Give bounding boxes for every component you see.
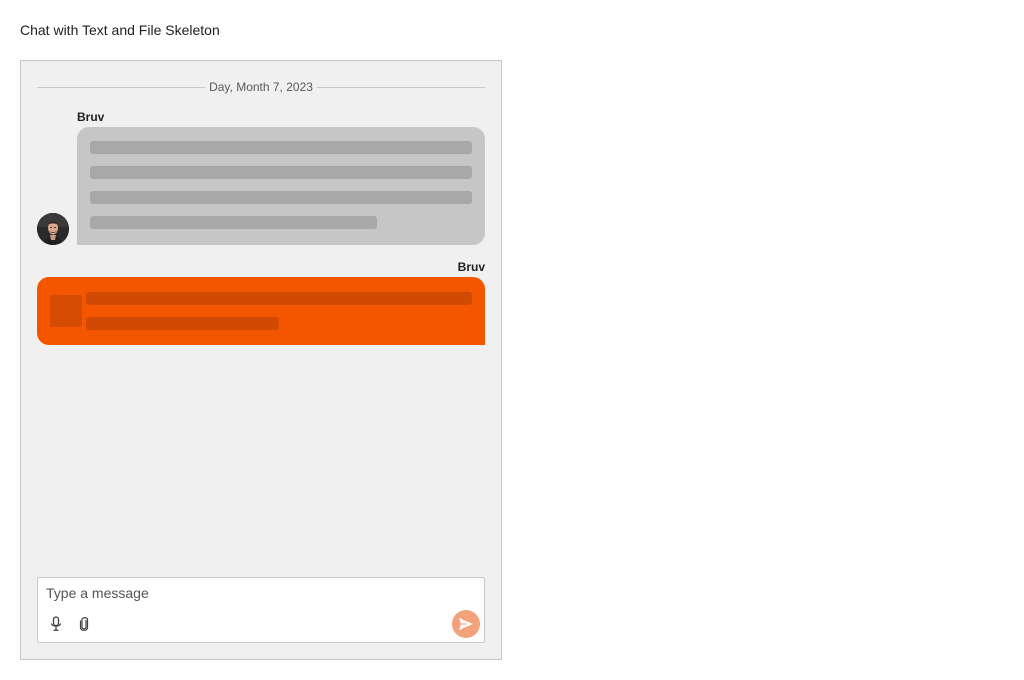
incoming-message-bubble [77,127,485,245]
file-thumbnail-skeleton [50,295,82,327]
skeleton-line [86,292,472,305]
outgoing-message-bubble [37,277,485,345]
divider-line-right [316,86,485,88]
attach-file-button[interactable] [74,614,94,634]
date-label: Day, Month 7, 2023 [209,80,313,94]
date-separator: Day, Month 7, 2023 [37,80,485,94]
skeleton-line [90,216,377,229]
user-avatar-photo [37,213,69,245]
avatar[interactable] [37,213,69,245]
skeleton-line [86,317,279,330]
send-button[interactable] [452,610,480,638]
page-title: Chat with Text and File Skeleton [20,22,220,38]
incoming-author-name: Bruv [77,110,105,124]
skeleton-line [90,166,472,179]
divider-line-left [37,86,206,88]
paperclip-icon [79,617,89,631]
microphone-icon [50,616,62,631]
skeleton-line [90,191,472,204]
message-input[interactable] [46,584,466,602]
outgoing-author-name: Bruv [457,260,485,274]
send-icon [459,618,473,630]
chat-container: Day, Month 7, 2023 Bruv Bruv [20,60,502,660]
message-composer [37,577,485,643]
skeleton-line [90,141,472,154]
microphone-button[interactable] [46,614,66,634]
